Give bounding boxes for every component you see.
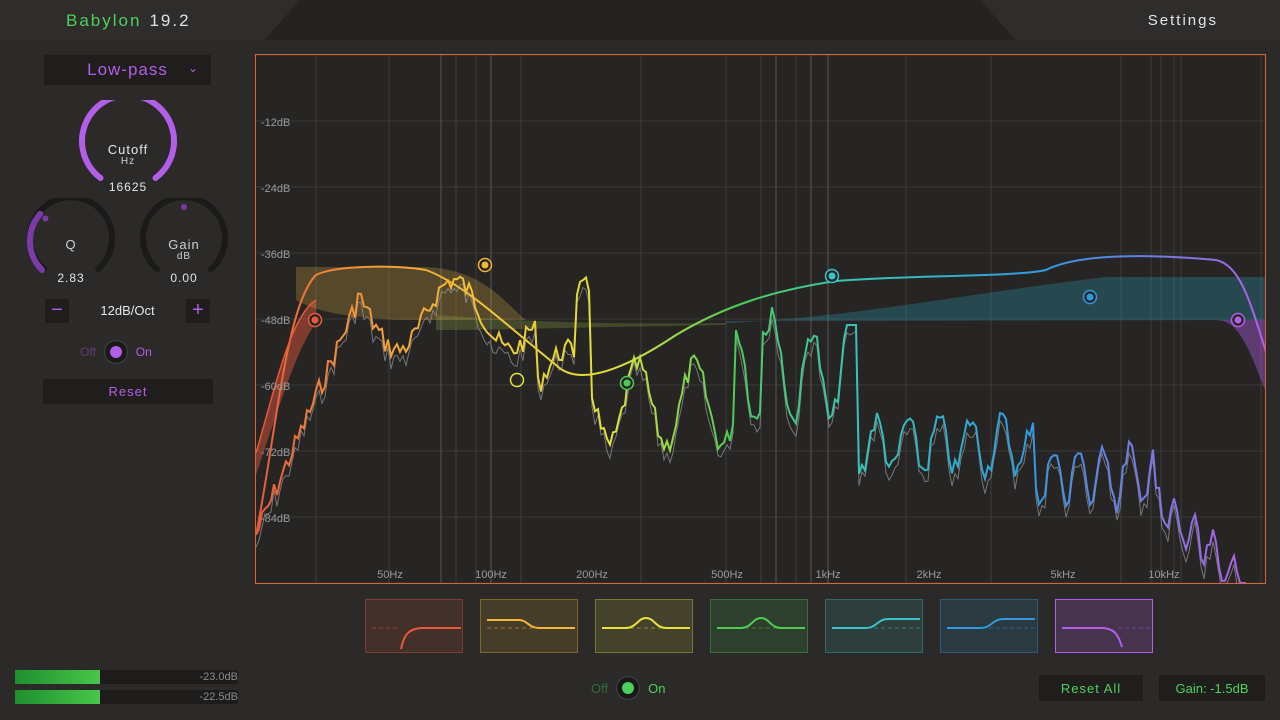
cutoff-label: Cutoff <box>107 142 149 157</box>
band-shape-icon <box>602 616 690 629</box>
band-shape-icon <box>717 616 805 629</box>
reset-all-button[interactable]: Reset All <box>1039 675 1143 701</box>
global-power-toggle[interactable]: Off On <box>591 676 665 700</box>
band-shape-curve <box>717 616 805 629</box>
band-selector-3[interactable] <box>595 599 693 653</box>
band-selector-5[interactable] <box>825 599 923 653</box>
band-5-fill <box>726 277 1265 323</box>
y-tick-label: -12dB <box>261 117 290 129</box>
global-off-label: Off <box>591 680 609 696</box>
band-shape-icon <box>372 627 461 650</box>
app-version: 19.2 <box>149 11 191 30</box>
meter-value: -22.5dB <box>199 691 238 703</box>
gain-unit: dB <box>176 251 192 262</box>
settings-tab[interactable] <box>980 0 1280 40</box>
x-tick-label: 1kHz <box>815 569 840 581</box>
band-reset-button[interactable]: Reset <box>43 379 213 404</box>
slope-value: 12dB/Oct <box>100 303 155 318</box>
q-value: 2.83 <box>57 271 85 285</box>
cutoff-unit: Hz <box>120 156 136 167</box>
band-handle <box>828 272 836 280</box>
q-label: Q <box>65 237 77 252</box>
x-tick-label: 5kHz <box>1050 569 1075 581</box>
band-handle <box>481 261 489 269</box>
y-tick-label: -36dB <box>261 249 290 261</box>
band-power-switch[interactable] <box>103 340 128 364</box>
gain-knob[interactable]: Gain dB <box>138 198 230 280</box>
meter-fill <box>15 670 100 684</box>
band-shape-curve <box>487 619 575 629</box>
q-knob[interactable]: Q <box>25 198 117 280</box>
power-dot-icon <box>622 682 635 694</box>
filter-type-value: Low-pass <box>87 60 168 79</box>
band-handle <box>623 379 631 387</box>
band-shape-curve <box>832 618 920 629</box>
output-meter-right: -22.5dB <box>15 690 238 704</box>
cutoff-value: 16625 <box>108 180 148 194</box>
y-tick-label: -84dB <box>261 513 290 525</box>
eq-graph[interactable]: -12dB -24dB -36dB -48dB -60dB -72dB -84dB 50Hz 1… <box>255 54 1266 584</box>
app-title: Babylon 19.2 <box>66 11 191 31</box>
band-shape-curve <box>947 618 1035 629</box>
x-tick-label: 2kHz <box>916 569 941 581</box>
y-tick-label: -72dB <box>261 447 290 459</box>
band-handle <box>1234 316 1242 324</box>
band-shape-curve <box>602 616 690 629</box>
meter-value: -23.0dB <box>199 671 238 683</box>
x-tick-label: 50Hz <box>377 569 403 581</box>
band-power-toggle[interactable]: Off On <box>80 340 152 364</box>
band-shape-icon <box>947 618 1035 629</box>
band-selector-6[interactable] <box>940 599 1038 653</box>
band-shape-icon <box>832 618 920 629</box>
band-selector-4[interactable] <box>710 599 808 653</box>
band-on-label: On <box>135 345 152 359</box>
y-tick-label: -60dB <box>261 381 290 393</box>
band-selector-1[interactable] <box>365 599 463 653</box>
x-tick-label: 10kHz <box>1148 569 1179 581</box>
y-tick-label: -24dB <box>261 183 290 195</box>
chevron-down-icon: ⌄ <box>187 61 199 75</box>
slope-decrease-button[interactable]: − <box>45 299 69 323</box>
output-meter-left: -23.0dB <box>15 670 238 684</box>
spectrum-analyzer <box>256 275 1246 583</box>
output-gain-display[interactable]: Gain: -1.5dB <box>1159 675 1265 701</box>
filter-type-dropdown[interactable]: Low-pass ⌄ <box>44 55 211 85</box>
band-shape-curve <box>1062 627 1123 648</box>
y-tick-label: -48dB <box>261 315 290 327</box>
x-tick-label: 100Hz <box>475 569 507 581</box>
eq-graph-canvas: -12dB -24dB -36dB -48dB -60dB -72dB -84dB 50Hz 1… <box>256 55 1265 583</box>
gain-knob-indicator <box>181 204 187 210</box>
band-selector-7[interactable] <box>1055 599 1153 653</box>
band-handle <box>311 316 319 324</box>
gain-label: Gain <box>168 237 200 252</box>
band-shape-icon <box>1062 627 1150 648</box>
settings-button[interactable]: Settings <box>1148 12 1218 29</box>
band-off-label: Off <box>80 345 96 359</box>
x-tick-label: 200Hz <box>576 569 608 581</box>
spectrum-reference <box>256 283 1238 583</box>
app-name: Babylon <box>66 11 142 30</box>
top-bar: Babylon 19.2 Settings <box>0 0 1280 40</box>
power-dot-icon <box>109 346 122 358</box>
gain-value: 0.00 <box>170 271 198 285</box>
x-tick-label: 500Hz <box>711 569 743 581</box>
band-shape-icon <box>487 619 575 629</box>
band-shape-curve <box>400 627 461 650</box>
slope-increase-button[interactable]: + <box>186 299 210 323</box>
band-handle <box>1086 293 1094 301</box>
band-selector-2[interactable] <box>480 599 578 653</box>
global-on-label: On <box>648 680 666 696</box>
q-knob-indicator <box>42 215 49 222</box>
meter-fill <box>15 690 100 704</box>
global-power-switch[interactable] <box>616 676 641 700</box>
